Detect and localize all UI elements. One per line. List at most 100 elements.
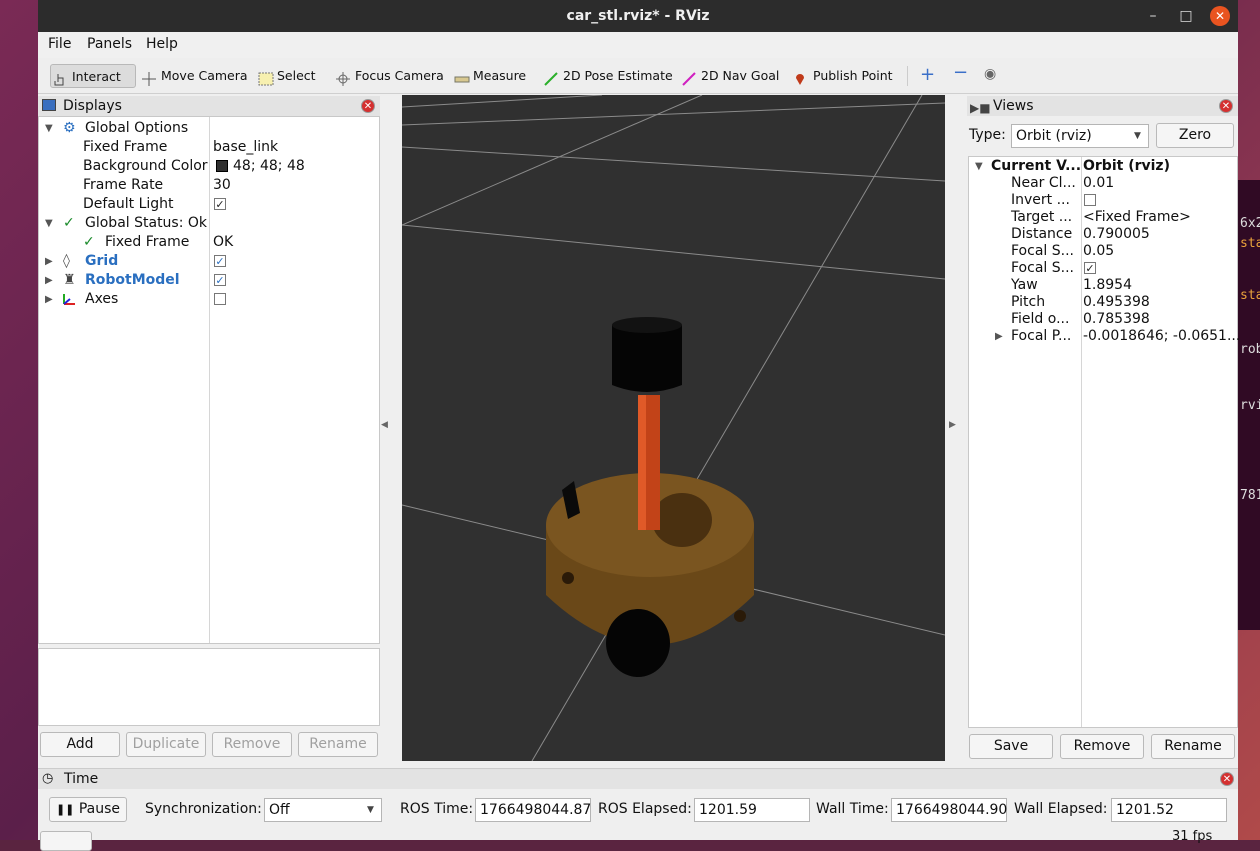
tree-row-fixed-frame-status[interactable]: ✓ Fixed Frame OK <box>39 233 379 252</box>
pause-button[interactable]: ❚❚ Pause <box>49 797 127 822</box>
reset-button[interactable] <box>40 831 92 851</box>
displays-title: Displays <box>63 98 122 114</box>
type-label: Type: <box>969 127 1006 143</box>
expand-down-icon[interactable]: ▼ <box>45 119 53 138</box>
collapse-right-icon[interactable]: ▶ <box>949 420 956 430</box>
title-bar[interactable]: car_stl.rviz* - RViz – □ ✕ <box>38 0 1238 32</box>
row-value[interactable]: -0.0018646; -0.0651... <box>1083 328 1240 345</box>
duplicate-display-button[interactable]: Duplicate <box>126 732 206 757</box>
sync-value: Off <box>269 802 290 818</box>
grid-checkbox[interactable]: ✓ <box>214 255 226 267</box>
add-tool-icon[interactable]: + <box>920 66 935 84</box>
background-color-value[interactable]: 48; 48; 48 <box>233 157 305 176</box>
move-camera-tool-button[interactable]: Move Camera <box>140 64 248 88</box>
terminal-line: rob <box>1240 342 1260 357</box>
view-row-focal-size[interactable]: Focal S... 0.05 <box>969 243 1237 260</box>
pause-label: Pause <box>78 801 121 817</box>
focal-shape-checkbox[interactable]: ✓ <box>1084 262 1096 274</box>
expand-right-icon[interactable]: ▶ <box>995 328 1003 345</box>
tree-row-axes[interactable]: ▶ Axes <box>39 290 379 309</box>
save-view-button[interactable]: Save <box>969 734 1053 759</box>
view-row-distance[interactable]: Distance 0.790005 <box>969 226 1237 243</box>
maximize-icon[interactable]: □ <box>1169 0 1203 32</box>
focus-camera-label: Focus Camera <box>355 68 444 83</box>
menu-file[interactable]: File <box>48 36 71 52</box>
tree-row-grid[interactable]: ▶ ◊ Grid ✓ <box>39 252 379 271</box>
collapse-left-icon[interactable]: ◀ <box>381 420 388 430</box>
tree-row-frame-rate[interactable]: Frame Rate 30 <box>39 176 379 195</box>
fixed-frame-value[interactable]: base_link <box>213 138 278 157</box>
expand-right-icon[interactable]: ▶ <box>45 290 53 309</box>
color-swatch[interactable] <box>216 160 228 172</box>
view-row-invert[interactable]: Invert ... <box>969 192 1237 209</box>
select-tool-button[interactable]: Select <box>256 64 316 88</box>
tree-row-fixed-frame[interactable]: Fixed Frame base_link <box>39 138 379 157</box>
expand-right-icon[interactable]: ▶ <box>45 271 53 290</box>
view-row-target[interactable]: Target ... <Fixed Frame> <box>969 209 1237 226</box>
focus-camera-tool-button[interactable]: Focus Camera <box>334 64 444 88</box>
ros-elapsed-field[interactable]: 1201.59 <box>694 798 810 822</box>
interact-tool-button[interactable]: Interact <box>50 64 136 88</box>
view-row-focal-point[interactable]: ▶ Focal P... -0.0018646; -0.0651... <box>969 328 1240 345</box>
view-row-pitch[interactable]: Pitch 0.495398 <box>969 294 1237 311</box>
view-row-near-clip[interactable]: Near Cl... 0.01 <box>969 175 1237 192</box>
tree-row-background-color[interactable]: Background Color 48; 48; 48 <box>39 157 379 176</box>
nav-goal-label: 2D Nav Goal <box>701 68 780 83</box>
axes-checkbox[interactable] <box>214 293 226 305</box>
row-label: Global Status: Ok <box>85 215 208 231</box>
tree-row-robotmodel[interactable]: ▶ ♜ RobotModel ✓ <box>39 271 379 290</box>
tree-row-global-options[interactable]: ▼ ⚙ Global Options <box>39 119 379 138</box>
row-value[interactable]: 0.01 <box>1083 175 1114 192</box>
expand-right-icon[interactable]: ▶ <box>45 252 53 271</box>
view-row-focal-shape[interactable]: Focal S... ✓ <box>969 260 1237 277</box>
view-row-current[interactable]: ▼ Current V... Orbit (rviz) <box>969 158 1237 175</box>
sync-select[interactable]: Off ▼ <box>264 798 382 822</box>
minimize-icon[interactable]: – <box>1136 0 1170 32</box>
close-icon[interactable]: ✕ <box>1210 6 1230 26</box>
pose-estimate-tool-button[interactable]: 2D Pose Estimate <box>542 64 673 88</box>
views-close-icon[interactable]: ✕ <box>1219 99 1233 113</box>
row-value[interactable]: 0.05 <box>1083 243 1114 260</box>
row-value[interactable]: 1.8954 <box>1083 277 1132 294</box>
rename-display-button[interactable]: Rename <box>298 732 378 757</box>
wall-time-field[interactable]: 1766498044.90 <box>891 798 1007 822</box>
remove-display-button[interactable]: Remove <box>212 732 292 757</box>
rename-view-button[interactable]: Rename <box>1151 734 1235 759</box>
view-type-select[interactable]: Orbit (rviz) ▼ <box>1011 124 1149 148</box>
move-camera-label: Move Camera <box>161 68 248 83</box>
nav-goal-tool-button[interactable]: 2D Nav Goal <box>680 64 779 88</box>
tree-row-global-status[interactable]: ▼ ✓ Global Status: Ok <box>39 214 379 233</box>
row-label: Current V... <box>991 158 1082 174</box>
publish-point-tool-button[interactable]: Publish Point <box>792 64 893 88</box>
terminal-line: 781 <box>1240 488 1260 503</box>
frame-rate-value[interactable]: 30 <box>213 176 231 195</box>
row-value[interactable]: 0.785398 <box>1083 311 1150 328</box>
measure-tool-button[interactable]: Measure <box>452 64 526 88</box>
displays-close-icon[interactable]: ✕ <box>361 99 375 113</box>
expand-down-icon[interactable]: ▼ <box>975 158 983 175</box>
view-row-yaw[interactable]: Yaw 1.8954 <box>969 277 1237 294</box>
add-display-button[interactable]: Add <box>40 732 120 757</box>
zero-button[interactable]: Zero <box>1156 123 1234 148</box>
row-value[interactable]: <Fixed Frame> <box>1083 209 1191 226</box>
row-label: Target ... <box>1011 209 1073 225</box>
row-label: Pitch <box>1011 294 1046 310</box>
time-close-icon[interactable]: ✕ <box>1220 772 1234 786</box>
default-light-checkbox[interactable]: ✓ <box>214 198 226 210</box>
row-value[interactable]: 0.495398 <box>1083 294 1150 311</box>
menu-help[interactable]: Help <box>146 36 178 52</box>
remove-view-button[interactable]: Remove <box>1060 734 1144 759</box>
3d-viewport[interactable] <box>402 95 945 761</box>
robot-icon: ♜ <box>63 272 76 288</box>
expand-down-icon[interactable]: ▼ <box>45 214 53 233</box>
robotmodel-checkbox[interactable]: ✓ <box>214 274 226 286</box>
menu-panels[interactable]: Panels <box>87 36 132 52</box>
tree-row-default-light[interactable]: Default Light ✓ <box>39 195 379 214</box>
ros-time-field[interactable]: 1766498044.87 <box>475 798 591 822</box>
invert-checkbox[interactable] <box>1084 194 1096 206</box>
view-row-field-of-view[interactable]: Field o... 0.785398 <box>969 311 1237 328</box>
remove-tool-icon[interactable]: − <box>953 64 968 82</box>
wall-elapsed-field[interactable]: 1201.52 <box>1111 798 1227 822</box>
row-value[interactable]: 0.790005 <box>1083 226 1150 243</box>
eye-icon[interactable]: ◉ <box>984 66 996 82</box>
